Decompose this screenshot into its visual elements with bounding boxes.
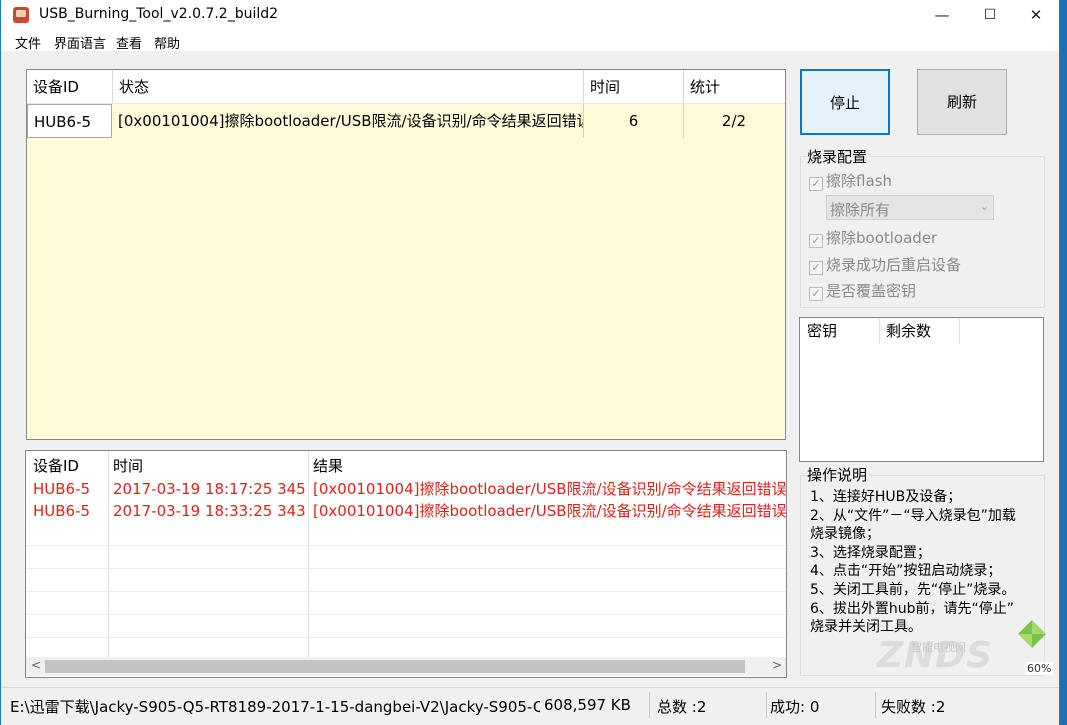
window-title: USB_Burning_Tool_v2.0.7.2_build2 — [39, 6, 279, 22]
row-stats: 2/2 — [721, 112, 747, 130]
menu-view[interactable]: 查看 — [116, 33, 142, 52]
log-device-id: HUB6-5 — [33, 502, 91, 520]
zoom-percent: 60% — [1025, 662, 1054, 675]
watermark-subtext: 智能电视网 — [911, 641, 966, 654]
row-divider — [26, 568, 786, 569]
header-remaining[interactable]: 剩余数 — [880, 318, 960, 344]
header-time[interactable]: 时间 — [584, 70, 684, 104]
overwrite-key-checkbox[interactable]: ✓ 是否覆盖密钥 — [809, 280, 916, 301]
erase-mode-select[interactable]: 擦除所有 ⌄ — [826, 195, 994, 220]
status-size: 608,597 KB — [544, 696, 631, 714]
log-time: 2017-03-19 18:33:25 343 — [113, 502, 306, 520]
erase-bootloader-label: 擦除bootloader — [826, 229, 938, 247]
checkmark-icon: ✓ — [809, 177, 823, 191]
scrollbar-thumb[interactable] — [45, 660, 745, 673]
chevron-down-icon: ⌄ — [979, 200, 989, 213]
row-device-id: HUB6-5 — [27, 104, 112, 138]
instruction-line: 2、从“文件”－“导入烧录包”加载 — [810, 507, 1016, 524]
row-divider — [26, 637, 786, 638]
row-divider — [26, 614, 786, 615]
menu-bar: 文件 界面语言 查看 帮助 — [1, 31, 1059, 52]
scroll-right-icon[interactable]: > — [772, 658, 782, 672]
menu-help[interactable]: 帮助 — [154, 33, 180, 52]
scroll-left-icon[interactable]: < — [31, 658, 41, 672]
status-divider — [649, 692, 650, 718]
status-path: E:\迅雷下载\Jacky-S905-Q5-RT8189-2017-1-15-d… — [10, 698, 540, 716]
horizontal-scrollbar[interactable]: < > — [26, 657, 786, 676]
status-success: 成功: 0 — [770, 698, 820, 716]
log-time: 2017-03-19 18:17:25 345 — [113, 480, 306, 498]
maximize-button[interactable]: ☐ — [967, 0, 1013, 31]
erase-flash-label: 擦除flash — [826, 172, 892, 190]
burn-config-title: 烧录配置 — [807, 146, 870, 167]
header-device-id[interactable]: 设备ID — [27, 70, 113, 104]
log-header-result[interactable]: 结果 — [313, 455, 343, 476]
title-bar: USB_Burning_Tool_v2.0.7.2_build2 — ☐ ✕ — [1, 0, 1059, 31]
log-header-device-id[interactable]: 设备ID — [33, 455, 79, 476]
overwrite-key-label: 是否覆盖密钥 — [826, 282, 917, 300]
checkmark-icon: ✓ — [809, 234, 823, 248]
close-button[interactable]: ✕ — [1013, 0, 1059, 31]
status-bar: E:\迅雷下载\Jacky-S905-Q5-RT8189-2017-1-15-d… — [1, 687, 1059, 725]
menu-language[interactable]: 界面语言 — [54, 33, 106, 52]
app-icon — [13, 7, 29, 23]
znds-watermark: ZNDS 智能电视网 60% — [869, 612, 1061, 684]
status-total: 总数 :2 — [657, 698, 707, 716]
menu-file[interactable]: 文件 — [15, 33, 41, 52]
checkmark-icon: ✓ — [809, 261, 823, 275]
erase-flash-checkbox[interactable]: ✓ 擦除flash — [809, 170, 892, 191]
status-divider — [875, 692, 876, 718]
pinwheel-icon — [1014, 616, 1050, 652]
instruction-line: 4、点击“开始”按钮启动烧录； — [810, 563, 1002, 580]
erase-mode-value: 擦除所有 — [830, 201, 891, 219]
refresh-button[interactable]: 刷新 — [917, 69, 1007, 135]
device-table: 设备ID 状态 时间 统计 HUB6-5 [0x00101004]擦除bootl… — [26, 69, 786, 440]
log-device-id: HUB6-5 — [33, 480, 91, 498]
instruction-line: 5、关闭工具前，先“停止”烧录。 — [810, 581, 1016, 598]
reboot-label: 烧录成功后重启设备 — [826, 256, 962, 274]
row-divider — [26, 545, 786, 546]
minimize-button[interactable]: — — [919, 0, 965, 31]
log-row[interactable]: HUB6-5 2017-03-19 18:17:25 345 [0x001010… — [26, 478, 787, 500]
erase-bootloader-checkbox[interactable]: ✓ 擦除bootloader — [809, 227, 937, 248]
log-header: 设备ID 时间 结果 — [26, 451, 786, 478]
checkmark-icon: ✓ — [809, 287, 823, 301]
instruction-line: 1、连接好HUB及设备； — [810, 489, 962, 505]
log-row[interactable]: HUB6-5 2017-03-19 18:33:25 343 [0x001010… — [26, 500, 787, 522]
instruction-line: 3、选择烧录配置； — [810, 544, 931, 561]
header-stats[interactable]: 统计 — [684, 70, 785, 104]
stop-button[interactable]: 停止 — [800, 69, 890, 135]
row-status: [0x00101004]擦除bootloader/USB限流/设备识别/命令结果… — [113, 104, 584, 138]
row-time: 6 — [584, 104, 684, 138]
main-window: USB_Burning_Tool_v2.0.7.2_build2 — ☐ ✕ 文… — [0, 0, 1061, 725]
table-row[interactable]: HUB6-5 [0x00101004]擦除bootloader/USB限流/设备… — [27, 104, 785, 138]
instruction-line: 烧录镜像； — [810, 526, 880, 543]
instructions-title: 操作说明 — [807, 464, 870, 485]
header-status[interactable]: 状态 — [113, 70, 584, 104]
log-header-time[interactable]: 时间 — [113, 455, 143, 476]
status-fail: 失败数 :2 — [881, 698, 946, 716]
status-divider — [766, 692, 767, 718]
key-table: 密钥 剩余数 — [799, 317, 1044, 462]
log-table: 设备ID 时间 结果 HUB6-5 2017-03-19 18:17:25 34… — [25, 450, 787, 678]
header-key[interactable]: 密钥 — [800, 318, 880, 344]
log-result: [0x00101004]擦除bootloader/USB限流/设备识别/命令结果… — [313, 480, 787, 498]
row-divider — [26, 591, 786, 592]
log-result: [0x00101004]擦除bootloader/USB限流/设备识别/命令结果… — [313, 502, 787, 520]
reboot-checkbox[interactable]: ✓ 烧录成功后重启设备 — [809, 254, 961, 275]
